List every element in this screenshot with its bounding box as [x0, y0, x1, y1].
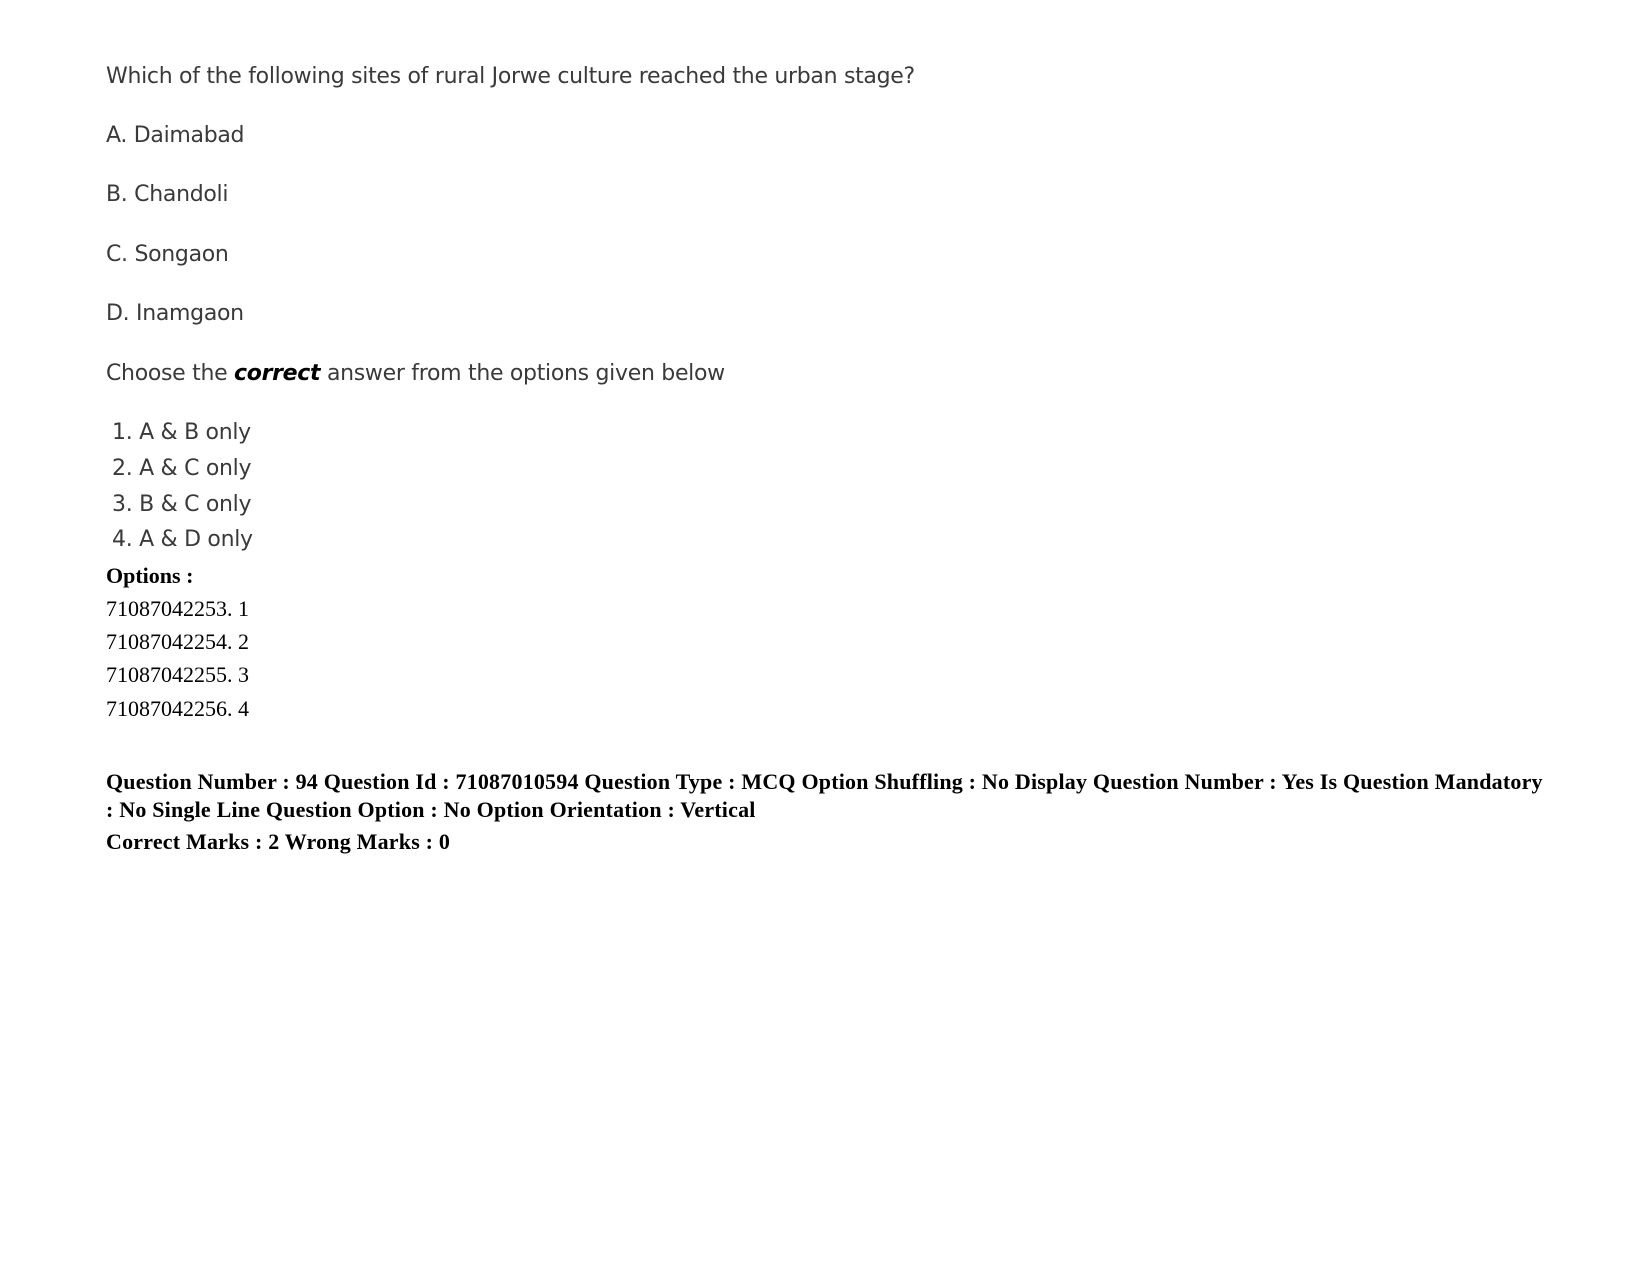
options-heading: Options : — [106, 563, 194, 588]
instruction-suffix: answer from the options given below — [320, 361, 725, 386]
option-item-4: 71087042256. 4 — [106, 696, 249, 721]
question-text: Which of the following sites of rural Jo… — [106, 64, 915, 89]
statement-a: A. Daimabad — [106, 123, 245, 148]
instruction-emphasis: correct — [234, 361, 321, 386]
option-item-3: 71087042255. 3 — [106, 662, 249, 687]
marks-metadata: Correct Marks : 2 Wrong Marks : 0 — [106, 829, 451, 854]
statement-d: D. Inamgaon — [106, 301, 244, 326]
choice-1: 1. A & B only — [112, 420, 251, 445]
statement-c: C. Songaon — [106, 242, 229, 267]
instruction-text: Choose the correct answer from the optio… — [106, 361, 725, 386]
choice-2: 2. A & C only — [112, 456, 252, 481]
choice-4: 4. A & D only — [112, 527, 253, 552]
option-item-2: 71087042254. 2 — [106, 629, 249, 654]
option-item-1: 71087042253. 1 — [106, 596, 249, 621]
question-metadata: Question Number : 94 Question Id : 71087… — [106, 769, 1543, 822]
choice-3: 3. B & C only — [112, 492, 252, 517]
statement-b: B. Chandoli — [106, 182, 229, 207]
instruction-prefix: Choose the — [106, 361, 235, 386]
